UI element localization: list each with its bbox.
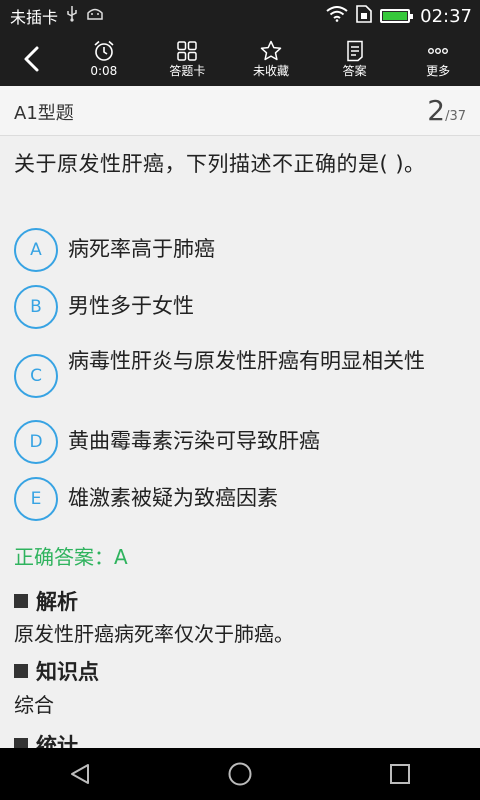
question-text: 关于原发性肝癌，下列描述不正确的是( )。 bbox=[14, 152, 426, 176]
question-counter: 2/37 bbox=[427, 94, 466, 127]
nav-home-button[interactable] bbox=[210, 748, 270, 800]
square-bullet-icon bbox=[14, 738, 28, 748]
option-text: 黄曲霉毒素污染可导致肝癌 bbox=[68, 429, 320, 453]
analysis-title: 解析 bbox=[36, 590, 78, 614]
option-b[interactable]: B 男性多于女性 bbox=[14, 285, 470, 329]
more-label: 更多 bbox=[426, 64, 451, 78]
option-letter: D bbox=[14, 420, 58, 464]
favorite-button[interactable]: 未收藏 bbox=[229, 32, 313, 86]
system-nav-bar bbox=[0, 748, 480, 800]
star-icon bbox=[260, 40, 282, 61]
option-a[interactable]: A 病死率高于肺癌 bbox=[14, 228, 470, 272]
back-arrow-icon bbox=[24, 46, 39, 72]
battery-icon bbox=[380, 9, 414, 23]
usb-icon bbox=[66, 6, 78, 26]
wifi-icon bbox=[326, 6, 348, 26]
option-letter: A bbox=[14, 228, 58, 272]
answer-button[interactable]: 答案 bbox=[313, 32, 397, 86]
option-text: 病毒性肝炎与原发性肝癌有明显相关性 bbox=[68, 349, 425, 373]
option-text: 雄激素被疑为致癌因素 bbox=[68, 486, 278, 510]
answer-card-button[interactable]: 答题卡 bbox=[146, 32, 230, 86]
grid-icon bbox=[177, 41, 198, 61]
more-button[interactable]: 更多 bbox=[396, 32, 480, 86]
current-question-number: 2 bbox=[427, 94, 446, 127]
sim-icon bbox=[356, 5, 372, 27]
nav-recents-button[interactable] bbox=[370, 748, 430, 800]
question-type: A1型题 bbox=[14, 103, 74, 124]
square-bullet-icon bbox=[14, 664, 28, 678]
option-letter: E bbox=[14, 477, 58, 521]
status-bar: 未插卡 02:37 bbox=[0, 0, 480, 32]
timer-button[interactable]: 0:08 bbox=[62, 32, 146, 86]
more-dots-icon bbox=[428, 47, 449, 54]
option-d[interactable]: D 黄曲霉毒素污染可导致肝癌 bbox=[14, 420, 470, 464]
document-icon bbox=[346, 40, 363, 62]
answer-label: 答案 bbox=[342, 64, 367, 78]
knowledge-body: 综合 bbox=[14, 693, 54, 717]
square-bullet-icon bbox=[14, 594, 28, 608]
question-content: 关于原发性肝癌，下列描述不正确的是( )。 A 病死率高于肺癌 B 男性多于女性… bbox=[0, 136, 480, 748]
alarm-clock-icon bbox=[94, 40, 114, 61]
option-letter: C bbox=[14, 354, 58, 398]
timer-label: 0:08 bbox=[90, 64, 118, 78]
circle-home-icon bbox=[228, 762, 252, 786]
stats-heading: 统计 bbox=[14, 730, 78, 748]
triangle-back-icon bbox=[71, 764, 89, 784]
knowledge-heading: 知识点 bbox=[14, 656, 99, 686]
total-questions: /37 bbox=[445, 109, 466, 124]
back-button[interactable] bbox=[0, 32, 62, 86]
option-e[interactable]: E 雄激素被疑为致癌因素 bbox=[14, 477, 470, 521]
analysis-body: 原发性肝癌病死率仅次于肺癌。 bbox=[14, 622, 294, 646]
analysis-heading: 解析 bbox=[14, 586, 78, 616]
option-text: 病死率高于肺癌 bbox=[68, 237, 215, 261]
android-debug-icon bbox=[86, 7, 104, 25]
option-letter: B bbox=[14, 285, 58, 329]
clock-time: 02:37 bbox=[420, 5, 472, 27]
nav-back-button[interactable] bbox=[50, 748, 110, 800]
knowledge-title: 知识点 bbox=[36, 660, 99, 684]
stats-title: 统计 bbox=[36, 734, 78, 748]
question-header: A1型题 2/37 bbox=[0, 86, 480, 136]
favorite-label: 未收藏 bbox=[252, 64, 289, 78]
carrier-label: 未插卡 bbox=[10, 8, 59, 27]
answer-card-label: 答题卡 bbox=[169, 64, 206, 78]
option-text: 男性多于女性 bbox=[68, 294, 194, 318]
option-c[interactable]: C 病毒性肝炎与原发性肝癌有明显相关性 bbox=[14, 349, 470, 398]
correct-answer: 正确答案：A bbox=[14, 545, 128, 569]
square-recents-icon bbox=[390, 764, 410, 784]
toolbar: 0:08 答题卡 未收藏 答案 更多 bbox=[0, 32, 480, 86]
